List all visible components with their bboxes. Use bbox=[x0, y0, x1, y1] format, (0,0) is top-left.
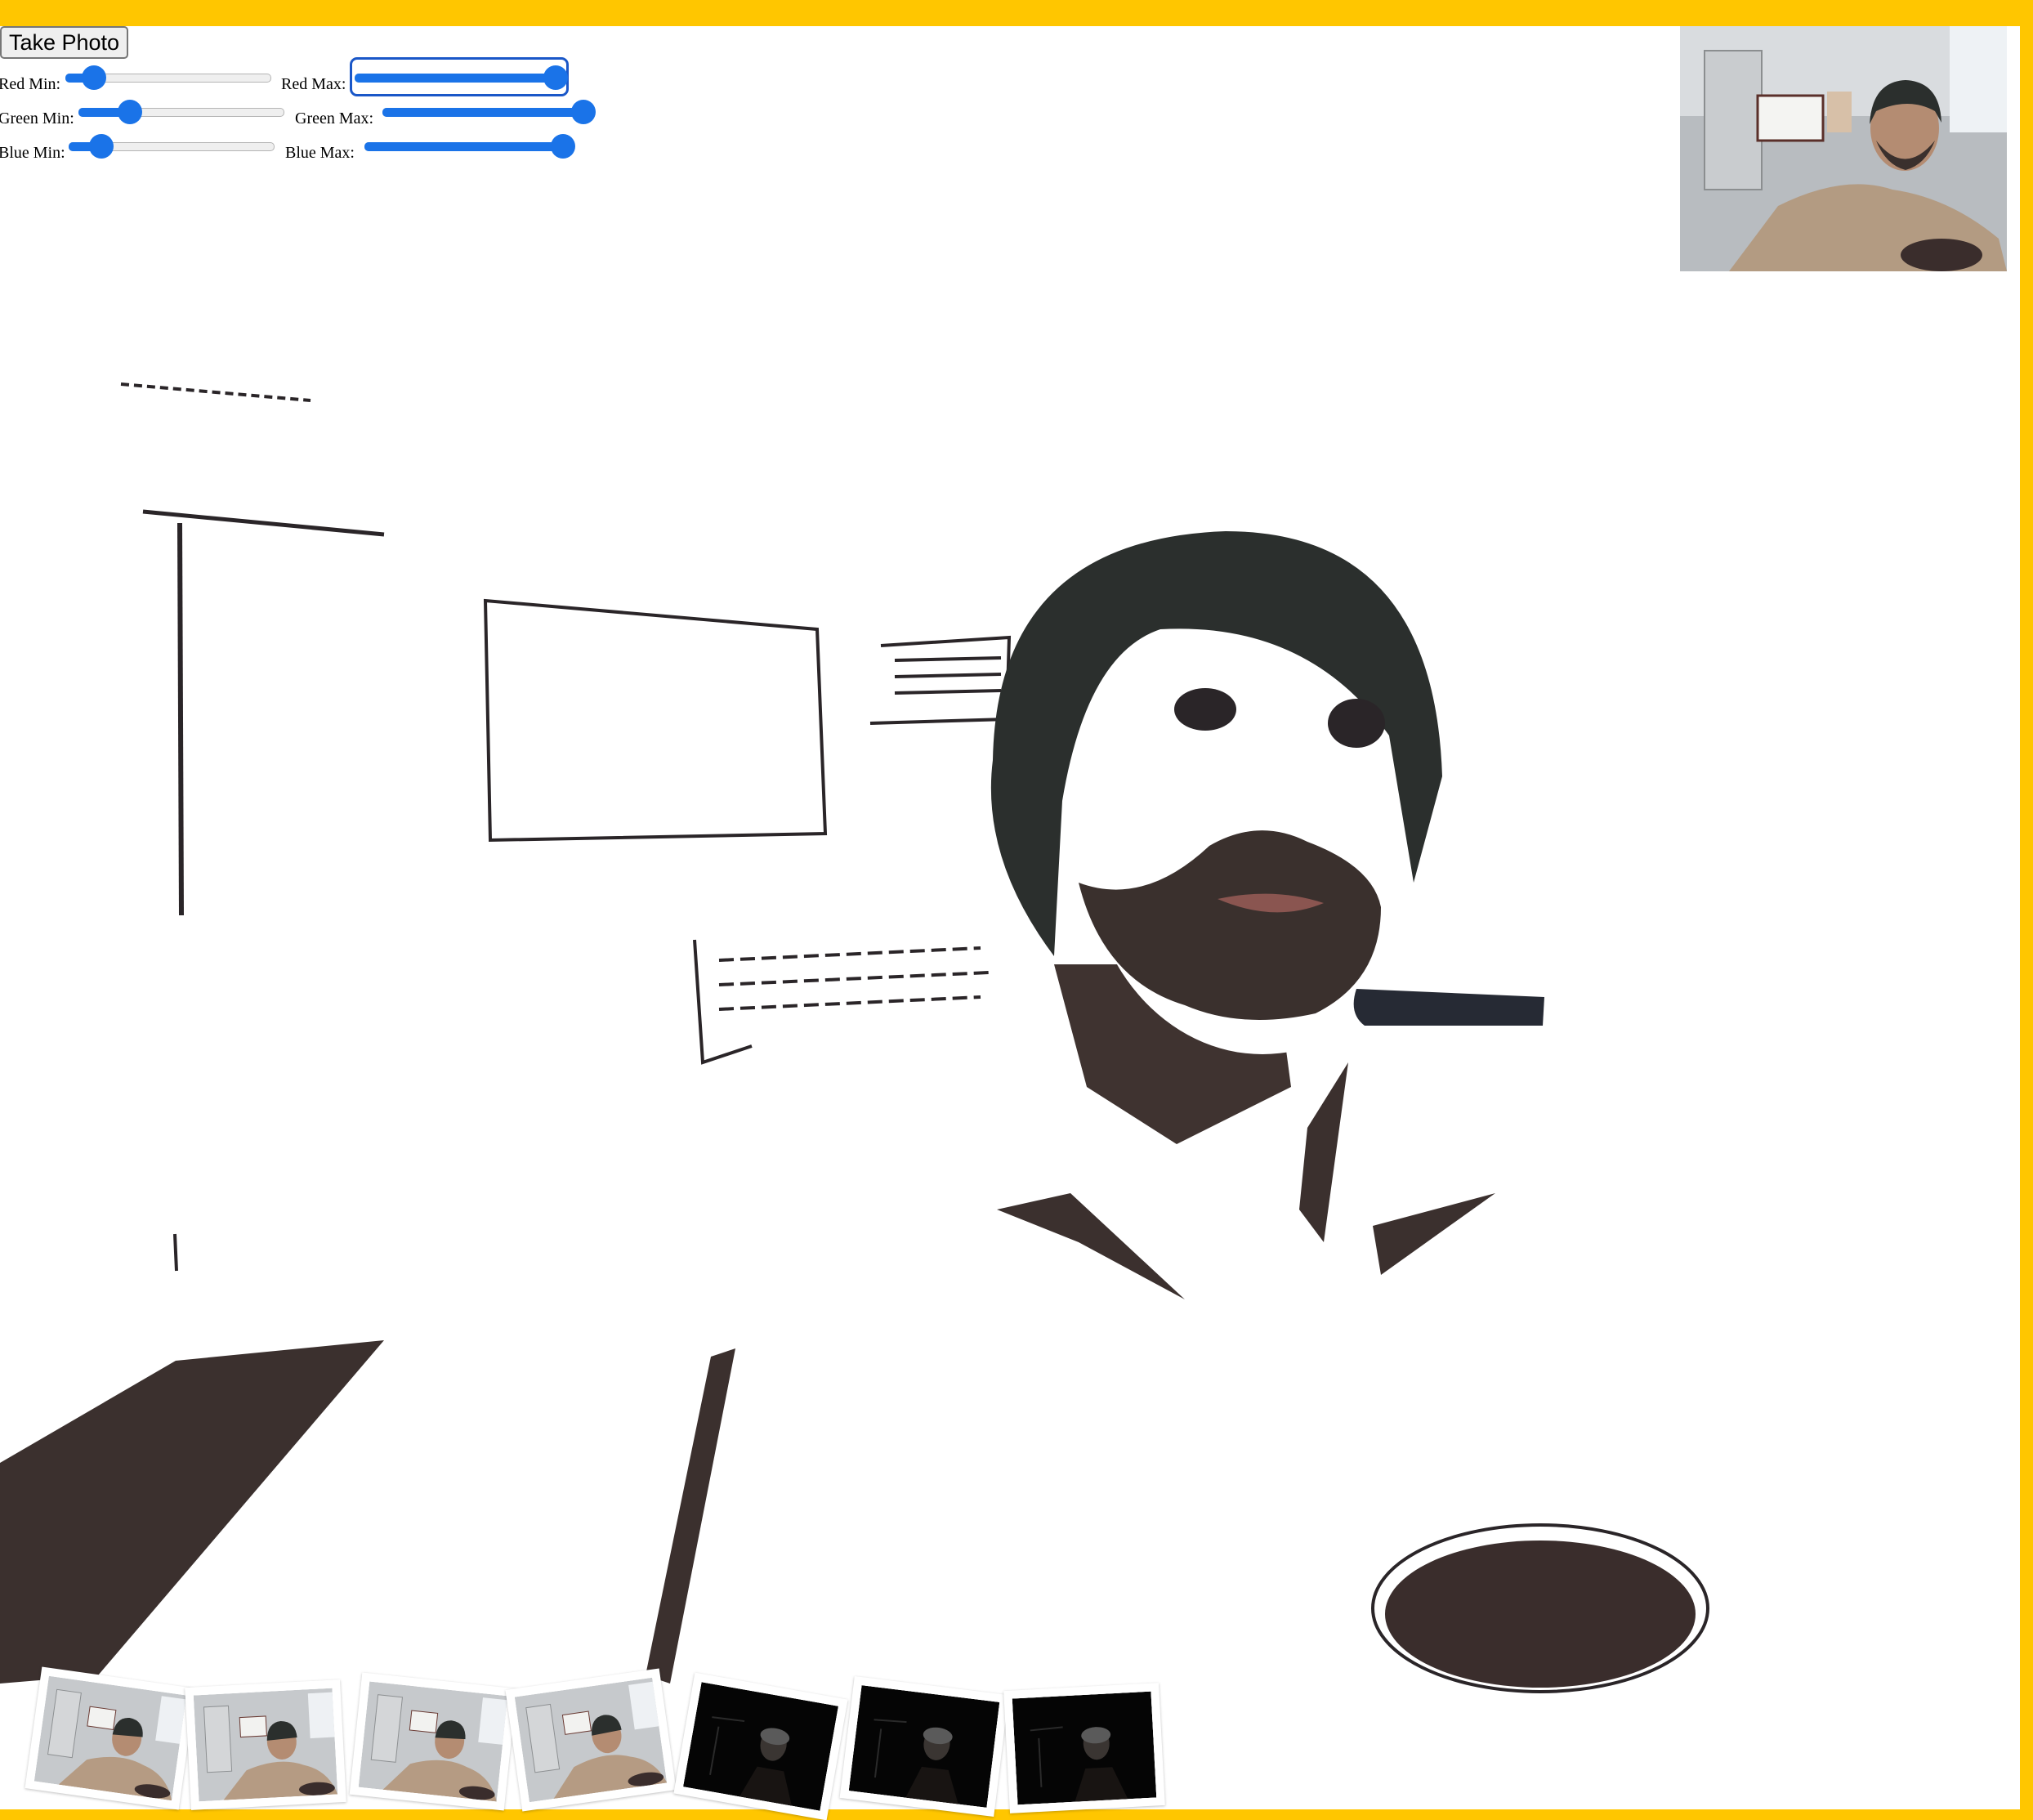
green-min-label: Green Min: bbox=[0, 110, 74, 127]
blue-max-label: Blue Max: bbox=[285, 144, 355, 162]
photo-thumbnail[interactable] bbox=[25, 1666, 196, 1810]
green-min-slider[interactable] bbox=[78, 96, 284, 126]
photo-thumbnail[interactable] bbox=[673, 1672, 848, 1820]
slider-thumb[interactable] bbox=[82, 65, 106, 90]
webcam-preview bbox=[1680, 26, 2007, 271]
red-max-label: Red Max: bbox=[281, 75, 346, 93]
photo-thumbnail[interactable] bbox=[349, 1672, 517, 1811]
slider-thumb[interactable] bbox=[118, 100, 142, 124]
blue-min-label: Blue Min: bbox=[0, 144, 65, 162]
filtered-canvas bbox=[0, 26, 2020, 1809]
green-max-slider[interactable] bbox=[382, 96, 596, 126]
blue-min-slider[interactable] bbox=[69, 131, 275, 160]
red-min-label: Red Min: bbox=[0, 75, 61, 93]
photo-thumbnail[interactable] bbox=[185, 1679, 346, 1810]
take-photo-button[interactable]: Take Photo bbox=[0, 26, 128, 59]
slider-thumb[interactable] bbox=[571, 100, 596, 124]
slider-thumb[interactable] bbox=[89, 134, 114, 159]
blue-max-slider[interactable] bbox=[364, 131, 575, 160]
slider-thumb[interactable] bbox=[551, 134, 575, 159]
slider-thumb[interactable] bbox=[543, 65, 568, 90]
red-min-slider[interactable] bbox=[65, 62, 271, 92]
photo-thumbnail[interactable] bbox=[505, 1668, 677, 1812]
green-max-label: Green Max: bbox=[295, 110, 374, 127]
photo-thumbnail[interactable] bbox=[839, 1675, 1009, 1818]
filtered-webcam-image bbox=[0, 382, 1709, 1693]
red-max-slider[interactable] bbox=[350, 57, 569, 96]
photo-thumbnail[interactable] bbox=[1003, 1683, 1165, 1813]
